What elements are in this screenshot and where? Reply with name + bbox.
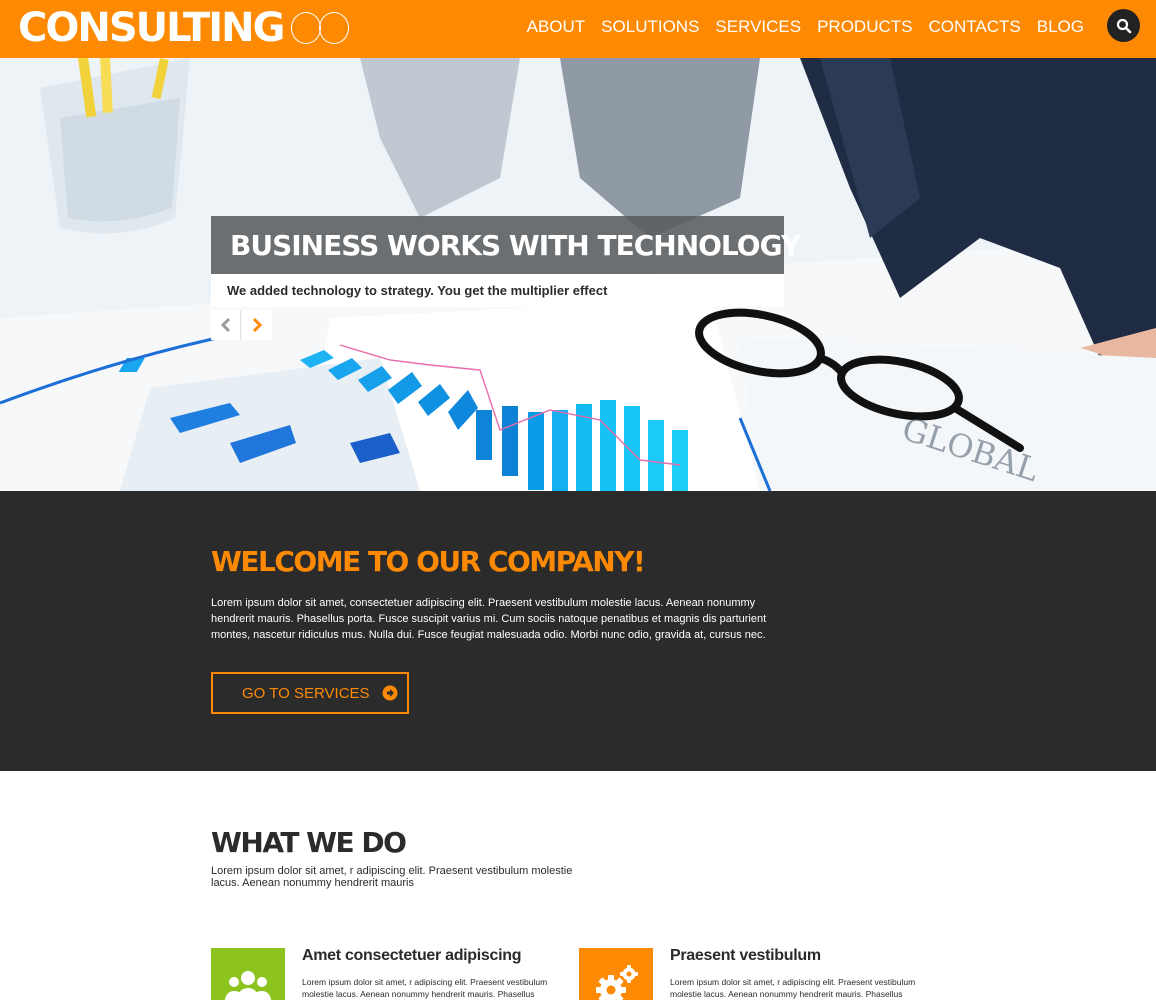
- slide-subtitle: We added technology to strategy. You get…: [227, 283, 608, 298]
- what-we-do-text: Lorem ipsum dolor sit amet, r adipiscing…: [211, 865, 573, 889]
- slide-title: BUSINESS WORKS WITH TECHNOLOGY: [230, 228, 801, 262]
- nav-item-services[interactable]: SERVICES: [715, 17, 801, 37]
- welcome-title: WELCOME TO OUR COMPANY!: [211, 545, 646, 578]
- search-button[interactable]: [1107, 9, 1140, 42]
- search-icon: [1116, 18, 1131, 33]
- main-nav: ABOUT SOLUTIONS SERVICES PRODUCTS CONTAC…: [511, 0, 1084, 54]
- logo-text: CONSULTING: [18, 5, 285, 51]
- go-to-services-label: GO TO SERVICES: [242, 684, 370, 702]
- arrow-circle-right-icon: [382, 685, 398, 701]
- welcome-section: WELCOME TO OUR COMPANY! Lorem ipsum dolo…: [0, 491, 1156, 771]
- slide-subtitle-box: We added technology to strategy. You get…: [211, 274, 784, 307]
- slider-next-button[interactable]: [242, 310, 272, 340]
- feature-title: Praesent vestibulum: [670, 947, 821, 964]
- feature-title: Amet consectetuer adipiscing: [302, 947, 522, 964]
- slide-title-box: BUSINESS WORKS WITH TECHNOLOGY: [211, 216, 801, 274]
- nav-item-contacts[interactable]: CONTACTS: [929, 17, 1021, 37]
- logo[interactable]: CONSULTING: [18, 3, 350, 53]
- users-icon: [211, 948, 285, 1000]
- gears-icon: [579, 948, 653, 1000]
- chevron-left-icon: [220, 317, 230, 333]
- nav-item-blog[interactable]: BLOG: [1037, 17, 1084, 37]
- nav-item-products[interactable]: PRODUCTS: [817, 17, 912, 37]
- slider-prev-button[interactable]: [211, 310, 241, 340]
- feature-text: Lorem ipsum dolor sit amet, r adipiscing…: [670, 977, 916, 999]
- site-header: CONSULTING ABOUT SOLUTIONS SERVICES PROD…: [0, 0, 1156, 58]
- nav-item-about[interactable]: ABOUT: [527, 17, 586, 37]
- nav-item-solutions[interactable]: SOLUTIONS: [601, 17, 699, 37]
- chevron-right-icon: [252, 317, 263, 333]
- go-to-services-button[interactable]: GO TO SERVICES: [211, 672, 409, 714]
- welcome-text: Lorem ipsum dolor sit amet, consectetuer…: [211, 597, 767, 641]
- feature-text: Lorem ipsum dolor sit amet, r adipiscing…: [302, 977, 548, 999]
- hero-slider: GLOBAL BUSINESS WORKS WITH TECHNOLOGY We…: [0, 58, 1156, 491]
- logo-circles-icon: [291, 12, 350, 44]
- what-we-do-title: WHAT WE DO: [211, 826, 407, 859]
